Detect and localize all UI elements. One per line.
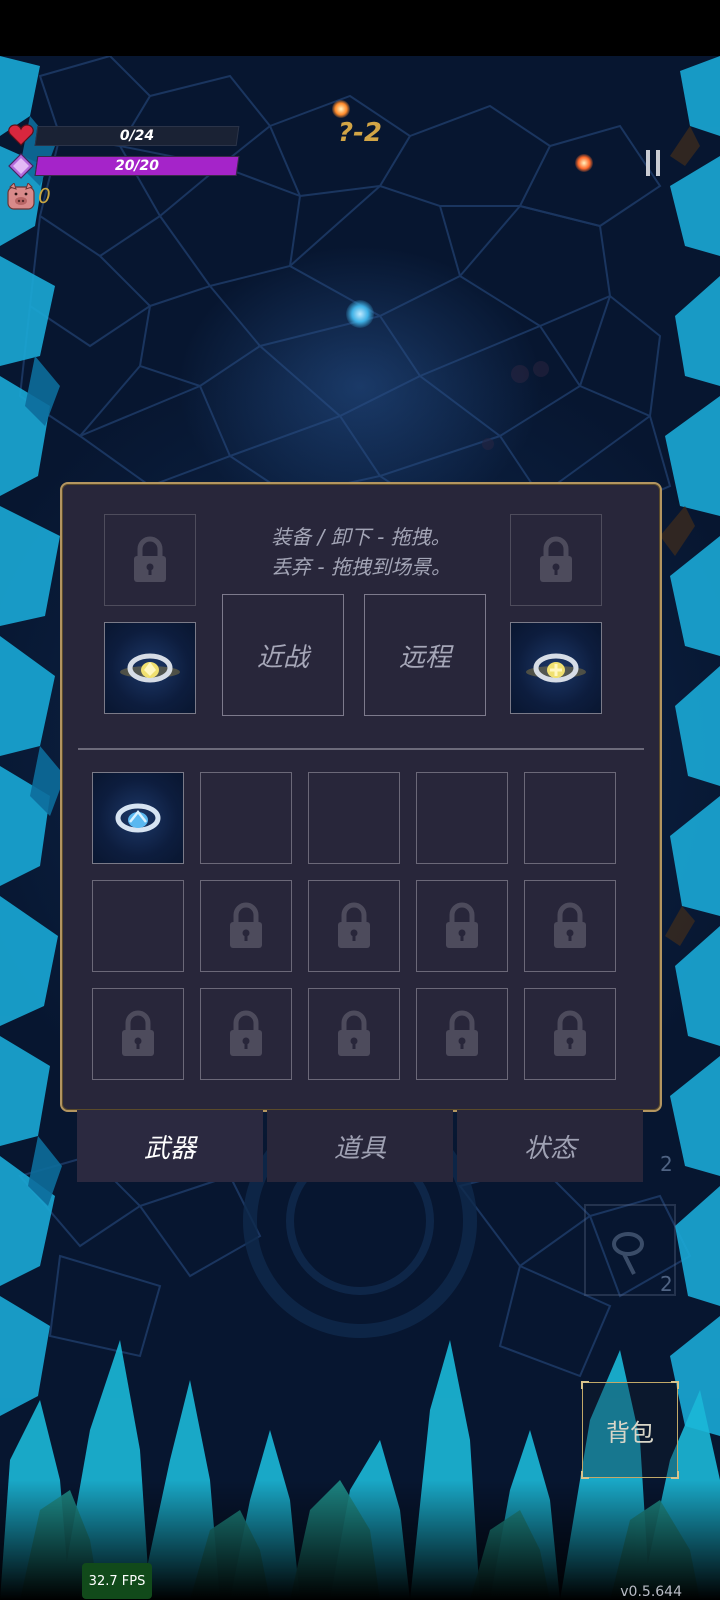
pause-icon [646,150,650,176]
backpack-slot-locked[interactable] [200,988,292,1080]
health-bar: 0/24 [34,126,240,146]
corner-marker [581,1471,589,1479]
version-label: v0.5.644 [620,1584,682,1600]
tab-items-label: 道具 [333,1133,386,1164]
mana-bar: 20/20 [34,156,240,176]
fire-orb [332,100,350,118]
lock-icon [446,1010,478,1056]
panel-divider [78,748,644,750]
fire-orb [575,154,593,172]
lock-icon [554,1010,586,1056]
backpack-slot-empty[interactable] [92,880,184,972]
lock-icon [338,1010,370,1056]
lock-icon [446,902,478,948]
backpack-slot-locked[interactable] [416,880,508,972]
blue-ring-icon [115,803,161,833]
ranged-label: 远程 [398,642,451,673]
gold-count: 0 [38,184,51,208]
lock-icon [230,1010,262,1056]
corner-marker [671,1471,679,1479]
backpack-slot-locked[interactable] [308,988,400,1080]
skill-charge-count: 2 [660,1152,673,1176]
locked-equip-slot-right[interactable] [510,514,602,606]
backpack-slot-locked[interactable] [308,880,400,972]
lock-icon [540,536,572,582]
tab-items[interactable]: 道具 [267,1110,453,1182]
inventory-tabs: 武器 道具 状态 [77,1110,643,1182]
tab-weapons[interactable]: 武器 [77,1110,263,1182]
pause-button[interactable] [646,150,668,178]
backpack-slot-locked[interactable] [416,988,508,1080]
gold-ring-icon [120,653,180,683]
pause-icon [656,150,660,176]
backpack-slot-locked[interactable] [200,880,292,972]
gold-ring-icon [526,653,586,683]
backpack-slot-locked[interactable] [92,988,184,1080]
fps-counter: 32.7 FPS [82,1563,152,1599]
lock-icon [230,902,262,948]
lock-icon [554,902,586,948]
backpack-slot-item[interactable] [92,772,184,864]
inventory-panel: 装备 / 卸下 - 拖拽。 丢弃 - 拖拽到场景。 近战 远程 [60,482,662,1112]
lock-icon [338,902,370,948]
skill-charge-count: 2 [660,1272,673,1296]
lock-icon [122,1010,154,1056]
tab-status-label: 状态 [523,1133,576,1164]
mana-text: 20/20 [114,158,160,174]
backpack-slot-empty[interactable] [416,772,508,864]
melee-label: 近战 [256,642,309,673]
pig-coin-icon [7,183,35,210]
corner-marker [581,1381,589,1389]
backpack-button[interactable]: 背包 [581,1381,679,1479]
tab-status[interactable]: 状态 [457,1110,643,1182]
corner-marker [671,1381,679,1389]
backpack-slot-empty[interactable] [200,772,292,864]
tab-weapons-label: 武器 [143,1133,196,1164]
health-text: 0/24 [119,128,155,144]
mana-crystal-icon [8,153,34,179]
backpack-slot-locked[interactable] [524,880,616,972]
backpack-label: 背包 [606,1418,654,1447]
player-character [346,300,374,328]
backpack-slot-empty[interactable] [308,772,400,864]
ranged-weapon-slot[interactable]: 远程 [364,594,486,716]
backpack-slot-empty[interactable] [524,772,616,864]
stage-label: ?-2 [338,118,382,148]
locked-equip-slot-left[interactable] [104,514,196,606]
lock-icon [134,536,166,582]
accessory-slot-left[interactable] [104,622,196,714]
heart-icon [8,124,34,146]
accessory-slot-right[interactable] [510,622,602,714]
melee-weapon-slot[interactable]: 近战 [222,594,344,716]
backpack-slot-locked[interactable] [524,988,616,1080]
